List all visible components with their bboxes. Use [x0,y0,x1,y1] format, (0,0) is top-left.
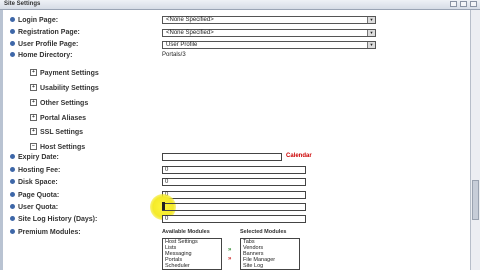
minimize-icon[interactable] [450,1,457,7]
chevron-down-icon[interactable]: ▼ [367,17,375,23]
expand-icon[interactable]: + [30,127,37,135]
section-title: Other Settings [40,100,89,107]
expand-icon[interactable]: + [30,68,37,76]
page-quota-input[interactable]: 0 [162,191,306,199]
section-title: Portal Aliases [40,115,87,122]
section-title: Payment Settings [40,70,99,77]
help-icon[interactable] [10,153,15,159]
expand-icon[interactable]: + [30,83,37,91]
expand-icon[interactable]: + [30,113,37,121]
disk-space-input[interactable]: 0 [162,178,306,186]
user-profile-page-row: User Profile Page: [10,40,78,49]
help-icon[interactable] [10,166,15,172]
section-title: Host Settings [40,144,86,151]
help-icon[interactable] [10,16,15,22]
user-profile-page-select[interactable]: User Profile ▼ [162,41,376,49]
help-icon[interactable] [10,191,15,197]
home-directory-row: Home Directory: [10,51,72,60]
section-ssl-settings[interactable]: + SSL Settings [30,127,84,138]
expiry-date-label: Expiry Date: [18,154,59,161]
help-icon[interactable] [10,40,15,46]
calendar-link[interactable]: Calendar [286,153,312,159]
section-payment-settings[interactable]: + Payment Settings [30,68,99,79]
help-icon[interactable] [10,203,15,209]
chevron-down-icon[interactable]: ▼ [367,30,375,36]
premium-modules-row: Premium Modules: [10,228,81,237]
expiry-date-input[interactable] [162,153,282,161]
section-title: Usability Settings [40,85,99,92]
user-quota-input[interactable] [162,203,306,211]
login-page-value: <None Specified> [166,17,214,23]
available-modules-list[interactable]: Host Settings Lists Messaging Portals Sc… [162,238,222,270]
help-icon[interactable] [10,28,15,34]
available-modules-header: Available Modules [162,229,210,235]
section-usability-settings[interactable]: + Usability Settings [30,83,99,94]
add-module-arrow[interactable]: » [228,247,231,253]
scrollbar-thumb[interactable] [472,180,479,220]
user-profile-page-value: User Profile [166,42,198,48]
registration-page-value: <None Specified> [166,30,214,36]
help-icon[interactable] [10,178,15,184]
home-directory-value: Portals/3 [162,52,186,58]
window-frame [0,10,3,270]
expand-icon[interactable]: + [30,98,37,106]
selected-modules-list[interactable]: Tabs Vendors Banners File Manager Site L… [240,238,300,270]
site-log-history-input[interactable]: 0 [162,215,306,223]
site-log-history-label: Site Log History (Days): [18,216,98,223]
section-title: SSL Settings [40,129,84,136]
remove-module-arrow[interactable]: » [228,256,231,262]
hosting-fee-input[interactable]: 0 [162,166,306,174]
list-item[interactable]: Site Log [243,263,299,269]
help-icon[interactable] [10,228,15,234]
selected-modules-header: Selected Modules [240,229,287,235]
section-portal-aliases[interactable]: + Portal Aliases [30,113,87,124]
page-quota-label: Page Quota: [18,192,60,199]
help-icon[interactable] [10,215,15,221]
login-page-label: Login Page: [18,17,59,24]
premium-modules-label: Premium Modules: [18,229,81,236]
hosting-fee-row: Hosting Fee: [10,166,60,175]
window-title: Site Settings [4,1,41,7]
list-item[interactable]: Scheduler [165,263,221,269]
home-directory-label: Home Directory: [18,52,73,59]
site-log-history-row: Site Log History (Days): [10,215,97,224]
login-page-row: Login Page: [10,16,58,25]
disk-space-row: Disk Space: [10,178,58,187]
section-host-settings[interactable]: − Host Settings [30,142,86,153]
user-quota-row: User Quota: [10,203,58,212]
hosting-fee-label: Hosting Fee: [18,167,61,174]
vertical-scrollbar[interactable] [470,10,480,270]
login-page-select[interactable]: <None Specified> ▼ [162,16,376,24]
registration-page-label: Registration Page: [18,29,80,36]
text-cursor [162,202,165,210]
page-quota-row: Page Quota: [10,191,59,200]
close-icon[interactable] [470,1,477,7]
expiry-date-row: Expiry Date: [10,153,59,162]
registration-page-row: Registration Page: [10,28,80,37]
window-titlebar: Site Settings [0,0,480,10]
user-profile-page-label: User Profile Page: [18,41,79,48]
help-icon[interactable] [10,51,15,57]
user-quota-label: User Quota: [18,204,59,211]
registration-page-select[interactable]: <None Specified> ▼ [162,29,376,37]
section-other-settings[interactable]: + Other Settings [30,98,89,109]
chevron-down-icon[interactable]: ▼ [367,42,375,48]
collapse-icon[interactable]: − [30,142,37,150]
disk-space-label: Disk Space: [18,179,58,186]
maximize-icon[interactable] [460,1,467,7]
